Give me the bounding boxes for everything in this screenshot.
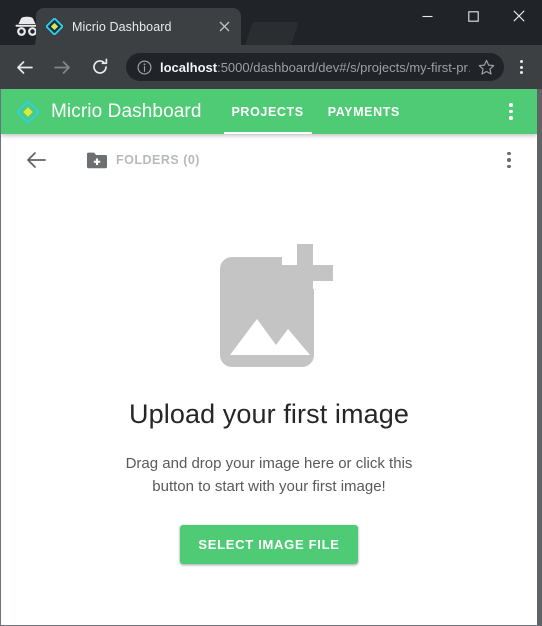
app-overflow-menu-icon[interactable] bbox=[499, 96, 523, 128]
window-minimize-button[interactable] bbox=[404, 0, 450, 32]
browser-tab[interactable]: Micrio Dashboard bbox=[36, 8, 241, 45]
folders-overflow-menu-icon[interactable] bbox=[497, 145, 521, 175]
empty-state-title: Upload your first image bbox=[129, 399, 409, 429]
address-bar-host: localhost bbox=[160, 59, 218, 75]
browser-titlebar: Micrio Dashboard bbox=[0, 0, 542, 45]
reload-icon[interactable] bbox=[86, 53, 114, 81]
folder-add-icon bbox=[87, 152, 107, 169]
browser-window: Micrio Dashboard localhost:5000/dashboar… bbox=[0, 0, 542, 626]
folders-label: FOLDERS (0) bbox=[116, 153, 200, 167]
address-bar-path: :5000/dashboard/dev#/s/projects/my-first… bbox=[217, 59, 470, 75]
micrio-diamond-favicon-icon bbox=[46, 18, 63, 35]
select-image-file-button[interactable]: SELECT IMAGE FILE bbox=[180, 524, 358, 564]
micrio-diamond-logo-icon bbox=[17, 100, 39, 123]
page-info-icon[interactable] bbox=[136, 59, 152, 75]
window-controls bbox=[404, 0, 542, 32]
tab-projects[interactable]: PROJECTS bbox=[223, 89, 312, 134]
browser-tab-title: Micrio Dashboard bbox=[72, 19, 172, 34]
tab-strip-background bbox=[245, 22, 299, 45]
address-bar-text: localhost:5000/dashboard/dev#/s/projects… bbox=[160, 60, 470, 75]
tab-projects-label: PROJECTS bbox=[231, 104, 304, 119]
back-arrow-icon[interactable] bbox=[10, 53, 38, 81]
tab-close-icon[interactable] bbox=[215, 18, 233, 36]
folders-bar: FOLDERS (0) bbox=[1, 134, 537, 186]
empty-state-description: Drag and drop your image here or click t… bbox=[125, 455, 413, 496]
star-icon[interactable] bbox=[476, 57, 496, 77]
page-viewport: Micrio Dashboard PROJECTS PAYMENTS FOLDE… bbox=[0, 89, 542, 626]
forward-arrow-icon bbox=[48, 53, 76, 81]
add-photo-icon bbox=[204, 241, 334, 371]
empty-state: Upload your first image Drag and drop yo… bbox=[1, 186, 537, 625]
browser-menu-icon[interactable] bbox=[508, 53, 534, 81]
page-back-arrow-icon[interactable] bbox=[23, 147, 49, 173]
tab-payments-label: PAYMENTS bbox=[327, 104, 400, 119]
browser-toolbar: localhost:5000/dashboard/dev#/s/projects… bbox=[0, 45, 542, 89]
app-title: Micrio Dashboard bbox=[51, 100, 202, 122]
app-header: Micrio Dashboard PROJECTS PAYMENTS bbox=[1, 89, 537, 134]
window-maximize-button[interactable] bbox=[450, 0, 496, 32]
window-close-button[interactable] bbox=[496, 0, 542, 32]
folders-chip[interactable]: FOLDERS (0) bbox=[87, 152, 200, 169]
tab-payments[interactable]: PAYMENTS bbox=[320, 89, 408, 134]
address-bar[interactable]: localhost:5000/dashboard/dev#/s/projects… bbox=[126, 53, 504, 81]
